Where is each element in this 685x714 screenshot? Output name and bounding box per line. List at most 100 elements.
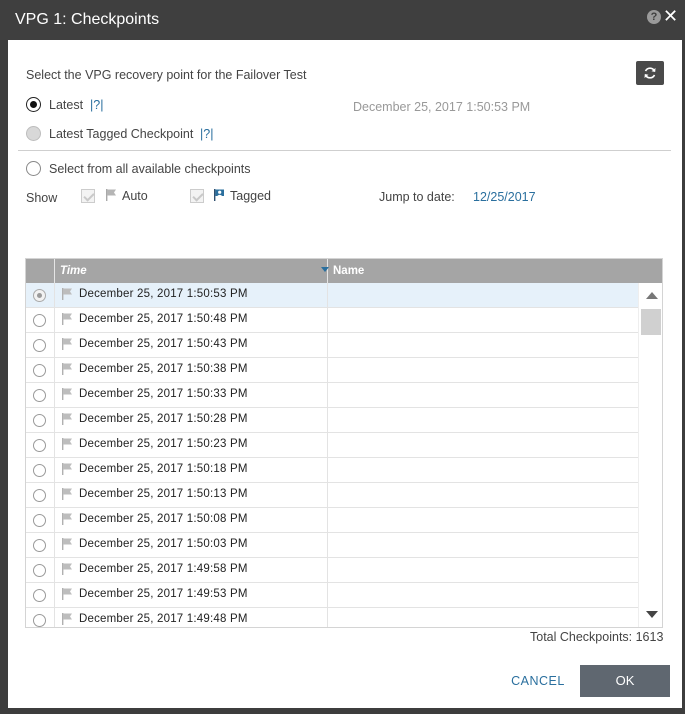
- scroll-thumb[interactable]: [641, 309, 661, 335]
- table-row[interactable]: December 25, 2017 1:50:13 PM: [26, 483, 638, 508]
- flag-icon: [62, 513, 72, 525]
- row-radio[interactable]: [33, 539, 46, 552]
- row-time-text: December 25, 2017 1:49:58 PM: [79, 563, 248, 575]
- row-radio[interactable]: [33, 289, 46, 302]
- row-time-text: December 25, 2017 1:50:23 PM: [79, 438, 248, 450]
- tagged-label: Tagged: [230, 189, 272, 203]
- flag-icon: [62, 563, 72, 575]
- flag-icon: [62, 588, 72, 600]
- table-row[interactable]: December 25, 2017 1:49:53 PM: [26, 583, 638, 608]
- dialog-content: Select the VPG recovery point for the Fa…: [8, 40, 682, 708]
- latest-radio[interactable]: [26, 97, 41, 112]
- row-time-cell: December 25, 2017 1:49:58 PM: [55, 558, 328, 582]
- row-radio[interactable]: [33, 614, 46, 627]
- row-time-text: December 25, 2017 1:50:53 PM: [79, 288, 248, 300]
- table-row[interactable]: December 25, 2017 1:50:38 PM: [26, 358, 638, 383]
- row-time-text: December 25, 2017 1:50:08 PM: [79, 513, 248, 525]
- latest-tagged-radio[interactable]: [26, 126, 41, 141]
- row-radio[interactable]: [33, 439, 46, 452]
- row-time-text: December 25, 2017 1:50:43 PM: [79, 338, 248, 350]
- row-name-cell: [328, 358, 638, 382]
- refresh-icon: [644, 67, 656, 79]
- row-select-cell: [26, 608, 55, 627]
- table-row[interactable]: December 25, 2017 1:50:08 PM: [26, 508, 638, 533]
- table-row[interactable]: December 25, 2017 1:50:33 PM: [26, 383, 638, 408]
- time-column-header[interactable]: Time: [55, 259, 329, 283]
- flag-icon: [62, 288, 72, 300]
- row-radio[interactable]: [33, 389, 46, 402]
- table-scrollbar[interactable]: [638, 283, 662, 627]
- auto-label: Auto: [122, 189, 148, 203]
- row-select-cell: [26, 558, 55, 582]
- row-radio[interactable]: [33, 314, 46, 327]
- row-name-cell: [328, 408, 638, 432]
- row-select-cell: [26, 458, 55, 482]
- row-radio[interactable]: [33, 414, 46, 427]
- time-column-label: Time: [60, 265, 87, 277]
- latest-help-link[interactable]: |?|: [90, 98, 103, 112]
- row-time-text: December 25, 2017 1:50:33 PM: [79, 388, 248, 400]
- flag-icon: [62, 313, 72, 325]
- name-column-header[interactable]: Name: [328, 259, 662, 283]
- latest-checkpoint-time: December 25, 2017 1:50:53 PM: [353, 100, 531, 114]
- table-row[interactable]: December 25, 2017 1:50:23 PM: [26, 433, 638, 458]
- row-radio[interactable]: [33, 339, 46, 352]
- auto-checkbox[interactable]: [81, 189, 95, 203]
- row-radio[interactable]: [33, 364, 46, 377]
- dialog-title: VPG 1: Checkpoints: [15, 11, 160, 28]
- refresh-button[interactable]: [636, 61, 664, 85]
- row-select-cell: [26, 383, 55, 407]
- row-time-cell: December 25, 2017 1:50:38 PM: [55, 358, 328, 382]
- row-name-cell: [328, 483, 638, 507]
- row-name-cell: [328, 458, 638, 482]
- table-row[interactable]: December 25, 2017 1:50:18 PM: [26, 458, 638, 483]
- latest-tagged-help-link[interactable]: |?|: [200, 127, 213, 141]
- help-icon[interactable]: ?: [647, 10, 661, 24]
- checkpoints-table: Time Name December 25, 2017 1:50:53 PM De…: [25, 258, 663, 628]
- row-radio[interactable]: [33, 489, 46, 502]
- row-select-cell: [26, 333, 55, 357]
- scroll-up-arrow[interactable]: [646, 292, 658, 299]
- row-select-cell: [26, 533, 55, 557]
- checkpoints-dialog: VPG 1: Checkpoints ? ✕ Select the VPG re…: [0, 0, 685, 714]
- flag-icon: [62, 338, 72, 350]
- row-select-cell: [26, 408, 55, 432]
- row-radio[interactable]: [33, 464, 46, 477]
- row-time-cell: December 25, 2017 1:50:33 PM: [55, 383, 328, 407]
- ok-button[interactable]: OK: [580, 665, 670, 697]
- row-name-cell: [328, 283, 638, 307]
- select-all-radio[interactable]: [26, 161, 41, 176]
- row-time-cell: December 25, 2017 1:50:48 PM: [55, 308, 328, 332]
- row-time-cell: December 25, 2017 1:50:28 PM: [55, 408, 328, 432]
- close-icon[interactable]: ✕: [663, 7, 678, 25]
- total-checkpoints: Total Checkpoints: 1613: [530, 630, 664, 644]
- row-time-cell: December 25, 2017 1:49:53 PM: [55, 583, 328, 607]
- flag-icon: [106, 189, 116, 201]
- table-row[interactable]: December 25, 2017 1:50:03 PM: [26, 533, 638, 558]
- table-row[interactable]: December 25, 2017 1:50:43 PM: [26, 333, 638, 358]
- row-select-cell: [26, 308, 55, 332]
- table-row[interactable]: December 25, 2017 1:50:53 PM: [26, 283, 638, 308]
- cancel-button[interactable]: CANCEL: [503, 670, 573, 692]
- table-row[interactable]: December 25, 2017 1:50:48 PM: [26, 308, 638, 333]
- select-all-label: Select from all available checkpoints: [49, 162, 251, 176]
- row-time-text: December 25, 2017 1:50:28 PM: [79, 413, 248, 425]
- row-radio[interactable]: [33, 514, 46, 527]
- table-row[interactable]: December 25, 2017 1:49:48 PM: [26, 608, 638, 627]
- instruction-text: Select the VPG recovery point for the Fa…: [26, 68, 307, 82]
- row-radio[interactable]: [33, 564, 46, 577]
- jump-to-date-label: Jump to date:: [379, 190, 455, 204]
- row-time-cell: December 25, 2017 1:50:03 PM: [55, 533, 328, 557]
- row-time-cell: December 25, 2017 1:50:53 PM: [55, 283, 328, 307]
- flag-icon: [62, 388, 72, 400]
- select-column-header: [26, 259, 55, 283]
- scroll-down-arrow[interactable]: [646, 611, 658, 618]
- table-body: December 25, 2017 1:50:53 PM December 25,…: [26, 283, 638, 627]
- tagged-checkbox[interactable]: [190, 189, 204, 203]
- row-select-cell: [26, 433, 55, 457]
- row-name-cell: [328, 608, 638, 627]
- table-row[interactable]: December 25, 2017 1:49:58 PM: [26, 558, 638, 583]
- jump-to-date-field[interactable]: 12/25/2017: [473, 190, 536, 204]
- row-radio[interactable]: [33, 589, 46, 602]
- table-row[interactable]: December 25, 2017 1:50:28 PM: [26, 408, 638, 433]
